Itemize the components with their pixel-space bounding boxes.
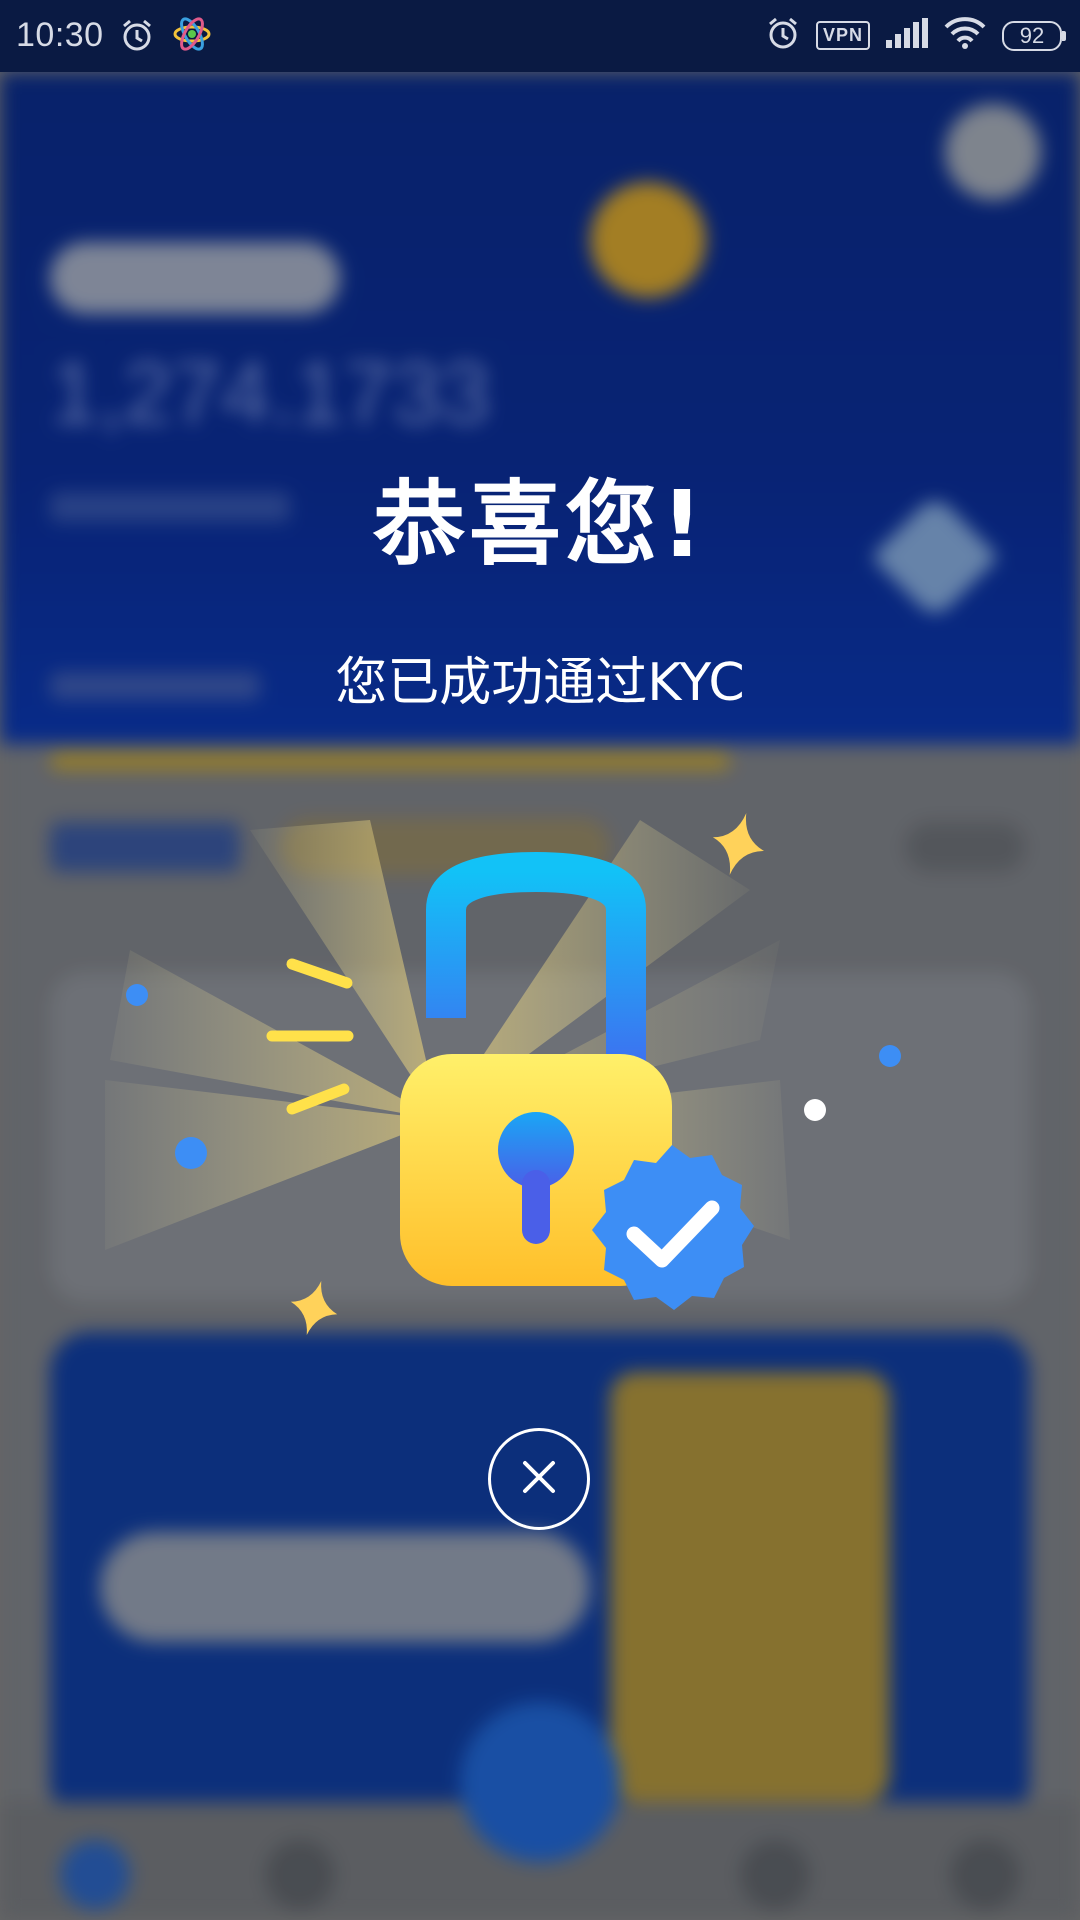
atom-app-icon (172, 14, 212, 59)
status-time: 10:30 (16, 16, 104, 54)
alarm-icon (766, 16, 800, 55)
close-button[interactable] (488, 1428, 590, 1530)
close-icon (519, 1457, 559, 1501)
battery-icon: 92 (1002, 20, 1066, 51)
vpn-icon: VPN (815, 21, 870, 50)
wifi-icon (944, 17, 986, 54)
battery-level: 92 (1002, 20, 1062, 51)
modal-subtitle: 您已成功通过KYC (335, 653, 745, 713)
modal-title: 恭喜您! (373, 471, 707, 578)
unlocked-padlock-verified-icon (100, 780, 980, 1340)
alarm-icon (120, 18, 154, 57)
signal-icon (886, 18, 928, 53)
status-bar: 10:30 VPN 92 (0, 0, 1080, 72)
